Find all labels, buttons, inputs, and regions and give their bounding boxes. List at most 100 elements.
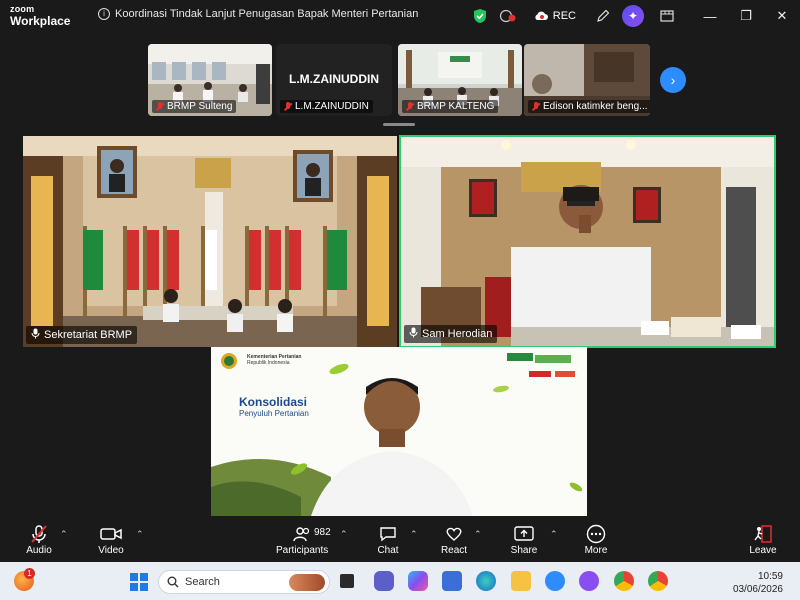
video-frame [401,137,774,346]
chat-label: Chat [377,545,399,556]
heart-icon [440,523,468,545]
rec-label: REC [552,10,576,22]
brand-line2: Workplace [10,14,71,28]
close-button[interactable]: ✕ [764,0,800,32]
strip-tile-edison[interactable]: Edison katimker beng... [524,44,650,116]
share-screen-icon [510,523,538,545]
audio-button[interactable]: Audio [22,523,56,556]
banner-subtitle: Penyuluh Pertanian [239,409,309,418]
react-button[interactable]: React [440,523,468,556]
more-dots-icon [582,523,610,545]
banner-title: Konsolidasi [239,395,308,409]
participant-label: Sekretariat BRMP [26,326,138,344]
taskbar-search[interactable]: Search [158,570,330,594]
restore-button[interactable]: ❐ [728,0,764,32]
strip-tile-brmp-kalteng[interactable]: BRMP KALTENG [398,44,522,116]
video-tile-sam-herodian[interactable]: Sam Herodian [399,135,776,348]
info-icon[interactable]: i [98,8,110,20]
zoom-workplace-logo: zoom Workplace [10,4,71,28]
participant-label: BRMP KALTENG [402,100,499,113]
participant-label: Edison katimker beng... [528,100,650,113]
brand-line1: zoom [10,4,35,14]
teams-app-icon[interactable] [374,571,394,591]
notification-badge: 1 [24,568,35,579]
participants-count: 982 [314,527,331,538]
edge-browser-icon[interactable] [476,571,496,591]
windows-logo-icon [130,573,148,591]
share-options-caret[interactable]: ⌃ [550,529,558,540]
chat-options-caret[interactable]: ⌃ [410,529,418,540]
mic-muted-icon [156,101,164,112]
video-options-caret[interactable]: ⌃ [136,529,144,540]
participant-name: Sam Herodian [422,328,493,340]
strip-tile-name-only[interactable]: L.M.ZAINUDDIN L.M.ZAINUDDIN [276,44,392,116]
meeting-title: Koordinasi Tindak Lanjut Penugasan Bapak… [115,8,419,20]
search-icon [167,576,179,588]
meeting-info[interactable]: i Koordinasi Tindak Lanjut Penugasan Bap… [98,8,418,20]
chat-bubble-icon [374,523,402,545]
participant-name: L.M.ZAINUDDIN [295,101,369,112]
audio-label: Audio [26,545,52,556]
ministry-logo-text: Kementerian Pertanian Republik Indonesia [247,354,301,366]
zoom-app-icon[interactable] [545,571,565,591]
clock-time: 10:59 [757,571,783,582]
strip-scroll-indicator[interactable] [383,123,415,126]
participant-name: Sekretariat BRMP [44,329,133,341]
next-page-button[interactable]: › [660,67,686,93]
more-button[interactable]: More [582,523,610,556]
audio-options-caret[interactable]: ⌃ [60,529,68,540]
mic-muted-icon [532,101,540,112]
meeting-toolbar: Audio ⌃ Video ⌃ Participants 982 ⌃ Chat … [0,516,800,562]
video-camera-icon [94,523,128,545]
copilot-app-icon[interactable] [408,571,428,591]
video-tile-konsolidasi[interactable]: Kementerian Pertanian Republik Indonesia… [211,347,587,516]
clock-date: 03/06/2026 [732,584,783,595]
chevron-right-icon: › [670,72,676,88]
video-button[interactable]: Video [94,523,128,556]
mic-muted-icon [406,101,414,112]
logo-line2: Republik Indonesia [247,360,290,366]
participant-label: Sam Herodian [404,325,498,343]
task-view-icon[interactable] [340,574,354,588]
participant-name: Edison katimker beng... [543,101,648,112]
security-shield-icon[interactable] [469,5,491,27]
view-layout-icon[interactable] [656,5,678,27]
search-placeholder: Search [185,576,220,588]
unmuted-mic-icon [31,328,40,342]
leave-label: Leave [749,545,777,556]
cloud-record-icon [535,11,548,20]
react-label: React [440,545,468,556]
leave-exit-icon [748,523,778,545]
react-options-caret[interactable]: ⌃ [474,529,482,540]
leave-button[interactable]: Leave [748,523,778,556]
video-frame [23,136,397,347]
mic-muted-icon [22,523,56,545]
chrome-browser-icon[interactable] [614,571,634,591]
mic-muted-icon [284,101,292,112]
chrome-browser-icon-2[interactable] [648,571,668,591]
unmuted-mic-icon [409,327,418,341]
participants-options-caret[interactable]: ⌃ [340,529,348,540]
more-label: More [584,545,608,556]
title-bar: zoom Workplace i Koordinasi Tindak Lanju… [0,0,800,32]
file-explorer-icon[interactable] [511,571,531,591]
recording-indicator[interactable]: REC [533,10,576,22]
windows-taskbar: 1 Search 10:59 03/06/2026 [0,562,800,600]
system-clock[interactable]: 10:59 03/06/2026 [733,570,783,596]
store-app-icon[interactable] [442,571,462,591]
participant-label: BRMP Sulteng [152,100,237,113]
chat-button[interactable]: Chat [374,523,402,556]
connection-status-icon[interactable] [497,5,519,27]
share-button[interactable]: Share [510,523,538,556]
ai-companion-icon[interactable]: ✦ [622,5,644,27]
start-button[interactable] [130,573,148,596]
participants-label: Participants [276,545,329,556]
annotate-pen-icon[interactable] [592,5,614,27]
video-tile-sekretariat-brmp[interactable]: Sekretariat BRMP [23,136,397,347]
minimize-button[interactable]: — [692,0,728,32]
app-icon-purple[interactable] [579,571,599,591]
participant-name-center: L.M.ZAINUDDIN [289,72,379,86]
strip-tile-brmp-sulteng[interactable]: BRMP Sulteng [148,44,272,116]
participant-name: BRMP Sulteng [167,101,233,112]
search-highlight-image [289,574,325,591]
